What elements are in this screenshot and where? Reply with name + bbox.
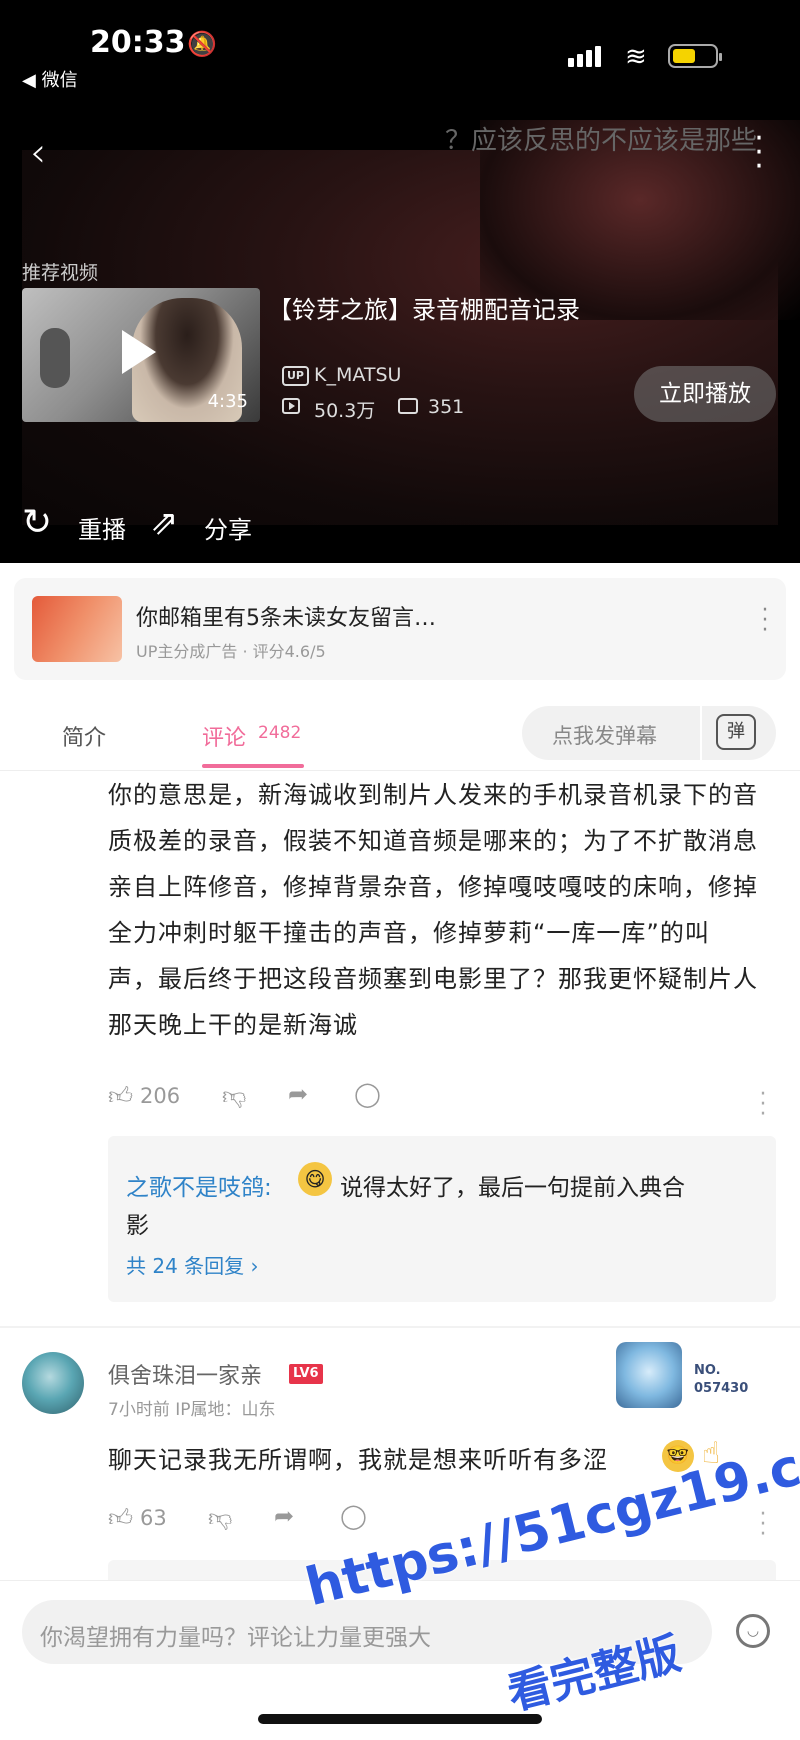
divider (700, 706, 702, 760)
play-icon[interactable] (122, 330, 156, 374)
comment-count: 2482 (258, 723, 302, 743)
emoji-icon: 😋 (298, 1162, 332, 1196)
avatar[interactable] (22, 1352, 84, 1414)
up-badge-icon: UP (282, 366, 309, 386)
play-count-icon (282, 398, 300, 414)
recommend-label: 推荐视频 (22, 262, 99, 284)
share-button[interactable]: 分享 (204, 510, 252, 545)
dislike-icon[interactable]: 👎︎ (222, 1082, 246, 1111)
ad-subtitle: UP主分成广告 · 评分4.6/5 (136, 642, 326, 661)
back-arrow-icon[interactable]: ‹ (30, 130, 46, 176)
like-count: 206 (140, 1084, 181, 1108)
replay-icon[interactable]: ↻ (22, 505, 52, 541)
reply-text-cont: 影 (126, 1213, 149, 1239)
wifi-icon: ≋ (625, 42, 647, 72)
divider (0, 770, 800, 771)
replay-button[interactable]: 重播 (78, 510, 126, 545)
share-icon[interactable]: ➦ (274, 1502, 294, 1530)
like-count: 63 (140, 1506, 167, 1530)
tab-comments[interactable]: 评论 (202, 720, 246, 752)
comment-placeholder: 你渴望拥有力量吗？评论让力量更强大 (40, 1625, 431, 1651)
video-overlay-title: ？应该反思的不应该是那些 (445, 126, 758, 156)
share-icon[interactable]: ➦ (288, 1080, 308, 1108)
reply-text: 说得太好了，最后一句提前入典合 (340, 1175, 685, 1201)
comment-username[interactable]: 俱舍珠泪一家亲 (108, 1358, 262, 1390)
reply-user[interactable]: 之歌不是吱鸽: (126, 1168, 272, 1202)
recommend-thumbnail[interactable]: 4:35 (22, 288, 260, 422)
home-indicator[interactable] (258, 1714, 542, 1724)
divider (0, 1326, 800, 1328)
video-duration: 4:35 (207, 391, 248, 412)
danmaku-input[interactable]: 点我发弹幕 弹 (522, 706, 776, 760)
dislike-icon[interactable]: 👎︎ (208, 1504, 232, 1533)
more-vertical-icon[interactable]: · · · (752, 124, 766, 182)
like-icon[interactable]: 👍︎ (108, 1082, 133, 1111)
mute-bell-icon: 🔕 (187, 30, 217, 58)
fan-badge-number: NO. 057430 (694, 1363, 749, 1396)
comment-text: 聊天记录我无所谓啊，我就是想来听听有多涩 (108, 1446, 608, 1474)
status-time: 20:33 (90, 25, 186, 60)
battery-icon (668, 44, 722, 68)
microphone-image (40, 328, 70, 388)
reply-icon[interactable]: ◯ (340, 1502, 367, 1530)
danmaku-count-icon (398, 398, 418, 414)
ad-more-icon[interactable]: · · · (760, 600, 770, 642)
ad-card[interactable]: 你邮箱里有5条未读女友留言… UP主分成广告 · 评分4.6/5 · · · (14, 578, 786, 680)
fan-badge-image (616, 1342, 682, 1408)
ad-image (32, 596, 122, 662)
comment-meta: 7小时前 IP属地：山东 (108, 1400, 276, 1420)
like-icon[interactable]: 👍︎ (108, 1504, 133, 1533)
danmaku-placeholder: 点我发弹幕 (552, 724, 657, 748)
share-icon[interactable]: ⇗ (150, 505, 179, 541)
signal-icon (568, 46, 604, 67)
comment-more-icon[interactable]: · · · (758, 1084, 768, 1126)
view-replies-link[interactable]: 共 24 条回复 › (126, 1250, 259, 1279)
danmaku-toggle-icon[interactable]: 弹 (716, 714, 756, 750)
emoji-button-icon[interactable]: ◡ (736, 1614, 770, 1648)
tab-active-indicator (202, 764, 304, 768)
danmaku-count: 351 (428, 396, 465, 418)
back-to-wechat[interactable]: ◀ 微信 (22, 66, 78, 92)
uploader-name: K_MATSU (314, 364, 402, 386)
play-now-button[interactable]: 立即播放 (634, 366, 776, 422)
reply-preview[interactable]: 之歌不是吱鸽: 😋 说得太好了，最后一句提前入典合 影 共 24 条回复 › (108, 1136, 776, 1302)
reply-icon[interactable]: ◯ (354, 1080, 381, 1108)
comment-more-icon[interactable]: · · · (758, 1504, 768, 1546)
comment-text: 你的意思是，新海诚收到制片人发来的手机录音机录下的音质极差的录音，假装不知道音频… (108, 781, 758, 1039)
tab-intro[interactable]: 简介 (62, 720, 106, 752)
recommend-title[interactable]: 【铃芽之旅】录音棚配音记录 (268, 290, 580, 325)
video-player[interactable]: 20:33 🔕 ◀ 微信 ≋ ‹ ？应该反思的不应该是那些 · · · 推荐视频 4… (0, 0, 800, 563)
ad-title[interactable]: 你邮箱里有5条未读女友留言… (136, 600, 436, 632)
play-count: 50.3万 (314, 400, 376, 422)
level-badge: LV6 (289, 1364, 323, 1384)
